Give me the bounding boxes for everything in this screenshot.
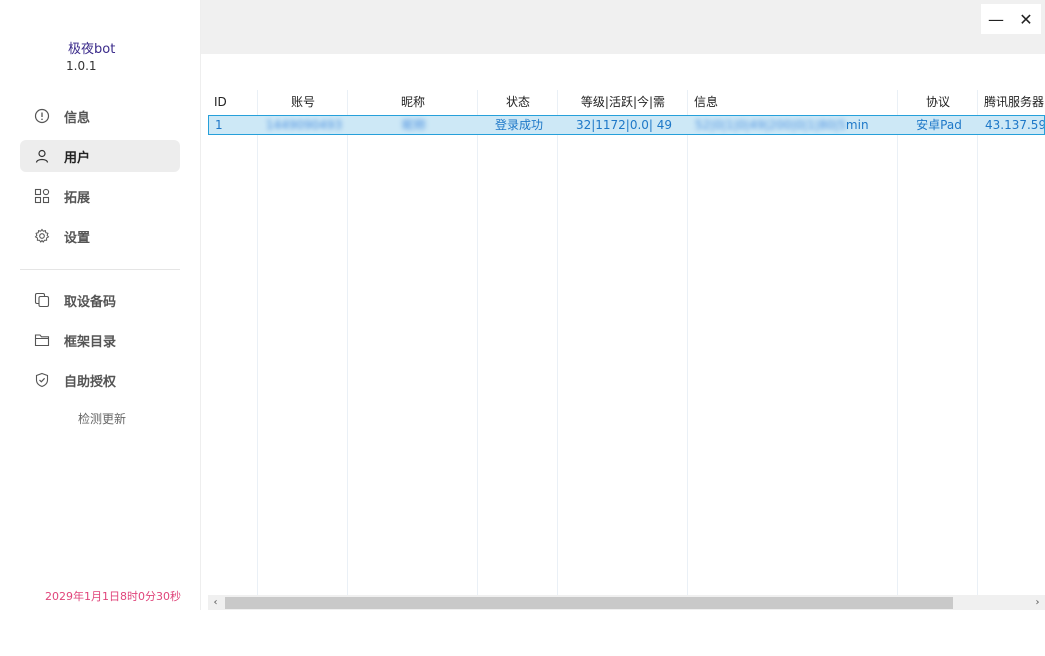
sidebar: 极夜bot 1.0.1 信息 用户 拓展 设置 取设备码 框架目录 自助授权 检… xyxy=(0,0,200,656)
column-header-account[interactable]: 账号 xyxy=(258,90,348,114)
sidebar-divider xyxy=(20,269,180,270)
shield-check-icon xyxy=(34,372,50,388)
gear-icon xyxy=(34,228,50,244)
user-table: ID 账号 昵称 状态 等级|活跃|今|需 信息 协议 腾讯服务器 1 1449… xyxy=(208,90,1045,595)
datetime-display: 2029年1月1日8时0分30秒 xyxy=(45,590,181,603)
extension-icon xyxy=(34,188,50,204)
sidebar-item-label: 用户 xyxy=(64,150,91,166)
column-divider xyxy=(977,90,978,595)
scrollbar-thumb[interactable] xyxy=(225,597,953,609)
sidebar-item-label: 取设备码 xyxy=(64,294,117,310)
close-button[interactable]: ✕ xyxy=(1011,4,1041,34)
column-header-server[interactable]: 腾讯服务器 xyxy=(978,90,1045,114)
column-gridlines xyxy=(208,90,1045,595)
app-version: 1.0.1 xyxy=(66,59,97,73)
sidebar-item-user[interactable]: 用户 xyxy=(20,140,180,172)
app-window: 极夜bot 1.0.1 信息 用户 拓展 设置 取设备码 框架目录 自助授权 检… xyxy=(0,0,1045,656)
cell-status: 登录成功 xyxy=(494,118,543,132)
sidebar-item-settings[interactable]: 设置 xyxy=(20,220,180,252)
cell-info: 52|0|1|0|49|200|0|1|80|5min xyxy=(689,116,899,134)
info-icon xyxy=(34,108,50,124)
column-header-status[interactable]: 状态 xyxy=(478,90,558,114)
check-update-link[interactable]: 检测更新 xyxy=(78,410,126,427)
cell-info-suffix: min xyxy=(845,118,869,132)
table-header: ID 账号 昵称 状态 等级|活跃|今|需 信息 协议 腾讯服务器 xyxy=(208,90,1045,114)
table-row[interactable]: 1 1449090493 昵称 登录成功 32|1172|0.0| 49 52|… xyxy=(208,115,1045,135)
folder-icon xyxy=(34,332,50,348)
app-name: 极夜bot xyxy=(68,42,116,57)
cell-nickname: 昵称 xyxy=(401,118,426,132)
cell-server: 43.137.59.1 xyxy=(985,118,1044,132)
scroll-left-arrow[interactable]: ‹ xyxy=(208,595,223,610)
column-divider xyxy=(897,90,898,595)
column-divider xyxy=(557,90,558,595)
cell-level: 32|1172|0.0| 49 xyxy=(575,118,673,132)
top-bar: — ✕ xyxy=(201,0,1045,54)
column-divider xyxy=(477,90,478,595)
cell-account: 1449090493 xyxy=(265,118,343,132)
column-header-protocol[interactable]: 协议 xyxy=(898,90,978,114)
sidebar-item-label: 框架目录 xyxy=(64,334,117,350)
minimize-button[interactable]: — xyxy=(981,4,1011,34)
column-header-info[interactable]: 信息 xyxy=(688,90,898,114)
sidebar-item-label: 设置 xyxy=(64,230,91,246)
cell-info-blurred: 52|0|1|0|49|200|0|1|80|5 xyxy=(695,118,846,132)
sidebar-item-label: 自助授权 xyxy=(64,374,117,390)
sidebar-item-label: 信息 xyxy=(64,110,91,126)
sidebar-border xyxy=(200,0,201,610)
sidebar-item-framework-dir[interactable]: 框架目录 xyxy=(20,324,180,356)
sidebar-item-device-code[interactable]: 取设备码 xyxy=(20,284,180,316)
column-header-id[interactable]: ID xyxy=(208,90,258,114)
copy-icon xyxy=(34,292,50,308)
cell-protocol: 安卓Pad xyxy=(916,118,962,132)
cell-id: 1 xyxy=(215,118,223,132)
window-controls: — ✕ xyxy=(981,4,1041,34)
column-header-level[interactable]: 等级|活跃|今|需 xyxy=(558,90,688,114)
scroll-right-arrow[interactable]: › xyxy=(1030,595,1045,610)
horizontal-scrollbar[interactable]: ‹ › xyxy=(208,595,1045,610)
column-divider xyxy=(347,90,348,595)
sidebar-item-self-auth[interactable]: 自助授权 xyxy=(20,364,180,396)
column-divider xyxy=(257,90,258,595)
column-header-nickname[interactable]: 昵称 xyxy=(348,90,478,114)
sidebar-item-extension[interactable]: 拓展 xyxy=(20,180,180,212)
sidebar-item-info[interactable]: 信息 xyxy=(20,100,180,132)
user-icon xyxy=(34,148,50,164)
column-divider xyxy=(687,90,688,595)
sidebar-item-label: 拓展 xyxy=(64,190,91,206)
